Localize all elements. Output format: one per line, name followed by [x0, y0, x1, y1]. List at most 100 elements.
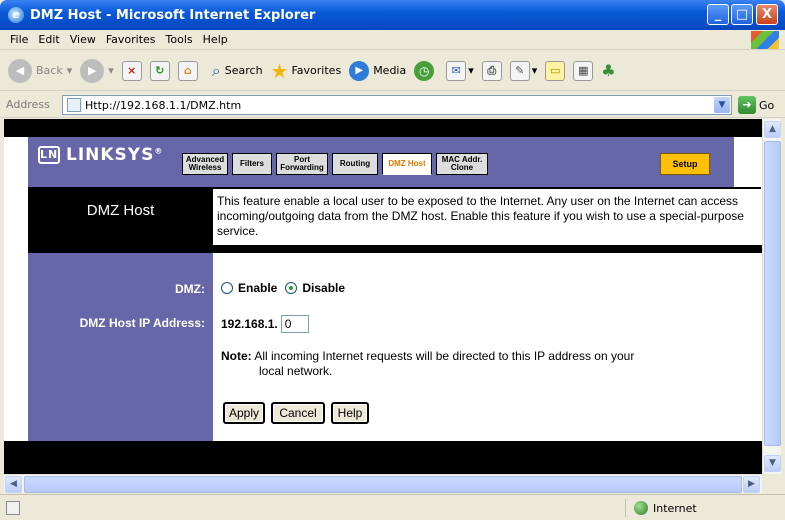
mail-icon: ✉ [446, 60, 467, 81]
vertical-scrollbar[interactable]: ▲ ▼ [762, 119, 781, 474]
media-button[interactable]: ▶ Media [349, 60, 407, 81]
mail-button[interactable]: ✉ ▾ [446, 60, 474, 81]
address-dropdown-icon[interactable]: ▼ [714, 97, 730, 113]
stop-icon: × [121, 60, 142, 81]
search-icon: ⌕ [211, 60, 221, 80]
note-text-2: local network. [259, 364, 333, 378]
page-icon [67, 98, 81, 112]
window-title: DMZ Host - Microsoft Internet Explorer [30, 7, 316, 23]
linksys-logo-mark: LN [38, 146, 60, 164]
tab-filters[interactable]: Filters [232, 153, 272, 175]
enable-radio[interactable] [221, 282, 233, 294]
forward-button[interactable]: ▶ ▾ [80, 58, 114, 83]
media-label: Media [373, 64, 407, 77]
tab-setup-label: Setup [672, 159, 698, 169]
security-zone: Internet [625, 499, 697, 517]
discuss-button[interactable]: ▭ [545, 60, 566, 81]
address-input[interactable]: Http://192.168.1.1/DMZ.htm ▼ [62, 95, 732, 115]
print-icon: ⎙ [481, 60, 502, 81]
disable-radio[interactable] [285, 282, 298, 294]
edit-button[interactable]: ✎ ▾ [509, 60, 537, 81]
home-button[interactable]: ⌂ [177, 60, 198, 81]
menu-edit[interactable]: Edit [38, 33, 59, 46]
messenger-button[interactable]: ♣ [601, 61, 615, 80]
go-label: Go [759, 98, 775, 112]
tab-filters-label: Filters [239, 159, 264, 168]
tab-port-forwarding[interactable]: Port Forwarding [276, 153, 328, 175]
menu-view[interactable]: View [70, 33, 96, 46]
note-text: All incoming Internet requests will be d… [254, 349, 635, 363]
back-label: Back [36, 64, 63, 77]
refresh-icon: ↻ [149, 60, 170, 81]
cancel-button[interactable]: Cancel [271, 402, 325, 424]
browser-window: e DMZ Host - Microsoft Internet Explorer… [0, 0, 785, 520]
dmz-ip-label: DMZ Host IP Address: [79, 316, 205, 330]
title-bar: e DMZ Host - Microsoft Internet Explorer… [0, 0, 785, 30]
tab-routing[interactable]: Routing [332, 153, 378, 175]
tab-dmz-host[interactable]: DMZ Host [382, 153, 432, 175]
scroll-up-icon[interactable]: ▲ [764, 121, 781, 138]
research-button[interactable]: ▦ [573, 60, 594, 81]
toolbar: ◀ Back ▾ ▶ ▾ × ↻ ⌂ ⌕ Search ★ Favorites … [0, 51, 785, 91]
scroll-left-icon[interactable]: ◀ [5, 476, 22, 493]
feature-description: This feature enable a local user to be e… [213, 187, 761, 245]
page-content: LN LINKSYS® Advanced Wireless Filters Por… [4, 119, 762, 474]
tab-advanced-wireless[interactable]: Advanced Wireless [182, 153, 228, 175]
address-bar: Address Http://192.168.1.1/DMZ.htm ▼ ➜ G… [0, 92, 785, 118]
stop-button[interactable]: × [121, 60, 142, 81]
tab-mac-addr-clone[interactable]: MAC Addr. Clone [436, 153, 488, 175]
dmz-label: DMZ: [175, 282, 205, 296]
back-arrow-icon: ◀ [8, 58, 32, 83]
star-icon: ★ [270, 58, 289, 83]
disable-label: Disable [302, 281, 346, 295]
top-black-band [4, 119, 762, 137]
horizontal-scroll-thumb[interactable] [24, 476, 742, 493]
back-dropdown-icon: ▾ [66, 64, 73, 77]
page-title: DMZ Host [86, 202, 155, 219]
status-bar: Internet [0, 494, 785, 520]
favorites-button[interactable]: ★ Favorites [271, 59, 342, 83]
help-button[interactable]: Help [331, 402, 369, 424]
back-button[interactable]: ◀ Back ▾ [8, 58, 73, 83]
tab-dmz-host-label: DMZ Host [388, 159, 426, 168]
tab-advanced-wireless-line2: Wireless [188, 163, 222, 172]
note-bold: Note: [221, 349, 252, 363]
maximize-button[interactable]: □ [731, 4, 753, 25]
research-icon: ▦ [573, 60, 594, 81]
forward-dropdown-icon: ▾ [108, 64, 114, 77]
scroll-down-icon[interactable]: ▼ [764, 455, 781, 472]
status-page-icon [6, 500, 20, 515]
ie-icon: e [8, 7, 24, 23]
ip-last-octet-input[interactable] [280, 315, 309, 333]
tab-port-forwarding-line2: Forwarding [280, 163, 324, 172]
mail-dropdown-icon: ▾ [468, 64, 474, 77]
refresh-button[interactable]: ↻ [149, 60, 170, 81]
favorites-label: Favorites [291, 64, 342, 77]
enable-label: Enable [238, 281, 278, 295]
horizontal-scrollbar[interactable]: ◀ ▶ [4, 474, 762, 493]
linksys-brand: LINKSYS [66, 145, 155, 165]
menu-favorites[interactable]: Favorites [106, 33, 156, 46]
minimize-button[interactable]: _ [707, 4, 729, 25]
go-button[interactable]: ➜ Go [738, 96, 774, 114]
menu-tools[interactable]: Tools [166, 33, 193, 46]
search-label: Search [224, 64, 263, 77]
search-button[interactable]: ⌕ Search [212, 61, 263, 81]
menu-help[interactable]: Help [203, 33, 228, 46]
menu-file[interactable]: File [10, 33, 28, 46]
tab-mac-addr-clone-line2: Clone [450, 163, 474, 172]
history-icon: ◷ [414, 60, 435, 81]
ip-prefix: 192.168.1. [221, 317, 278, 331]
apply-button[interactable]: Apply [223, 402, 265, 424]
note-block: Note: All incoming Internet requests wil… [221, 349, 741, 379]
linksys-logo: LN LINKSYS® [38, 145, 164, 165]
vertical-scroll-thumb[interactable] [764, 141, 781, 446]
tab-routing-label: Routing [339, 159, 371, 168]
print-button[interactable]: ⎙ [481, 60, 502, 81]
history-button[interactable]: ◷ [414, 60, 438, 81]
close-button[interactable]: X [756, 4, 778, 25]
tab-setup[interactable]: Setup [660, 153, 710, 175]
go-arrow-icon: ➜ [738, 96, 756, 114]
scroll-right-icon[interactable]: ▶ [743, 476, 760, 493]
menu-bar: File Edit View Favorites Tools Help [0, 30, 785, 50]
